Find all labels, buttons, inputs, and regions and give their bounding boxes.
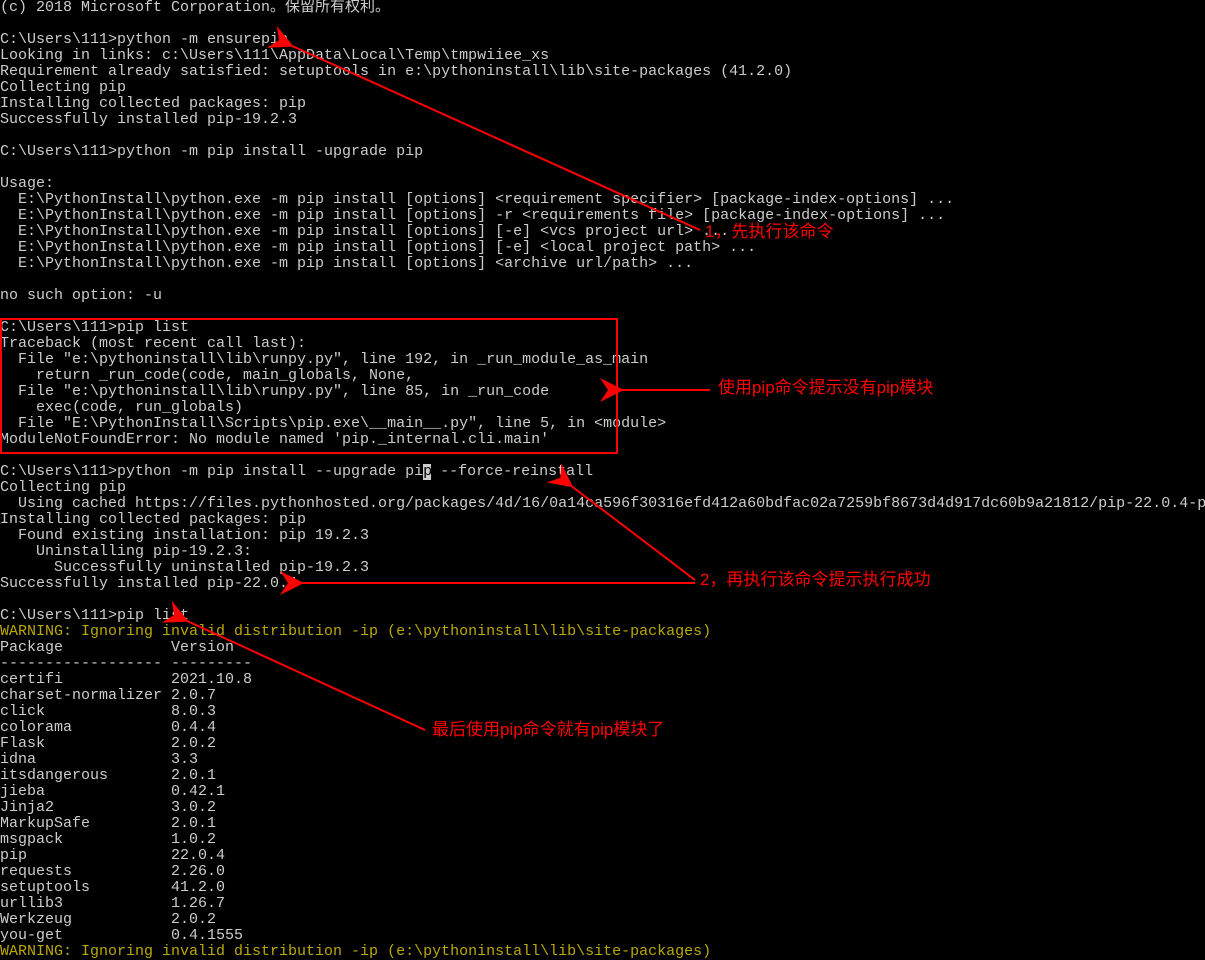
traceback-line: ModuleNotFoundError: No module named 'pi… — [0, 431, 549, 448]
warning-line: WARNING: Ignoring invalid distribution -… — [0, 623, 711, 640]
text-line: Installing collected packages: pip — [0, 95, 306, 112]
prompt-ensurepip: C:\Users\111>python -m ensurepip — [0, 31, 288, 48]
usage-line: Usage: — [0, 175, 54, 192]
usage-line: E:\PythonInstall\python.exe -m pip insta… — [0, 239, 756, 256]
text-line: Installing collected packages: pip — [0, 511, 306, 528]
text-line: Looking in links: c:\Users\111\AppData\L… — [0, 47, 549, 64]
text-line: Collecting pip — [0, 79, 126, 96]
text-line: Successfully installed pip-22.0.4 — [0, 575, 297, 592]
text-line: Using cached https://files.pythonhosted.… — [0, 495, 1205, 512]
prompt-force-reinstall: C:\Users\111>python -m pip install --upg… — [0, 463, 593, 480]
prompt-upgrade-bad: C:\Users\111>python -m pip install -upgr… — [0, 143, 423, 160]
text-line: Collecting pip — [0, 479, 126, 496]
annotation-text-3: 2，再执行该命令提示执行成功 — [700, 572, 930, 588]
package-sep: ------------------ --------- — [0, 655, 252, 672]
error-line: no such option: -u — [0, 287, 162, 304]
text-line: Found existing installation: pip 19.2.3 — [0, 527, 369, 544]
package-list: certifi 2021.10.8 charset-normalizer 2.0… — [0, 671, 252, 944]
traceback-line: File "E:\PythonInstall\Scripts\pip.exe\_… — [0, 415, 666, 432]
annotation-text-1: 1，先执行该命令 — [705, 224, 833, 240]
traceback-line: Traceback (most recent call last): — [0, 335, 306, 352]
usage-line: E:\PythonInstall\python.exe -m pip insta… — [0, 255, 693, 272]
traceback-line: exec(code, run_globals) — [0, 399, 243, 416]
text-line: Uninstalling pip-19.2.3: — [0, 543, 252, 560]
traceback-line: return _run_code(code, main_globals, Non… — [0, 367, 414, 384]
annotation-text-2: 使用pip命令提示没有pip模块 — [718, 380, 933, 396]
warning-line: WARNING: Ignoring invalid distribution -… — [0, 943, 711, 960]
package-header: Package Version — [0, 639, 234, 656]
prompt-piplist-fail: C:\Users\111>pip list — [0, 319, 189, 336]
traceback-line: File "e:\pythoninstall\lib\runpy.py", li… — [0, 351, 648, 368]
prompt-piplist-ok: C:\Users\111>pip list — [0, 607, 189, 624]
text-line: Successfully uninstalled pip-19.2.3 — [0, 559, 369, 576]
usage-line: E:\PythonInstall\python.exe -m pip insta… — [0, 191, 954, 208]
copyright-line: (c) 2018 Microsoft Corporation。保留所有权利。 — [0, 0, 390, 16]
terminal-output[interactable]: (c) 2018 Microsoft Corporation。保留所有权利。 C… — [0, 0, 1205, 960]
usage-line: E:\PythonInstall\python.exe -m pip insta… — [0, 223, 729, 240]
annotation-text-4: 最后使用pip命令就有pip模块了 — [432, 722, 664, 738]
traceback-line: File "e:\pythoninstall\lib\runpy.py", li… — [0, 383, 549, 400]
text-line: Successfully installed pip-19.2.3 — [0, 111, 297, 128]
text-line: Requirement already satisfied: setuptool… — [0, 63, 792, 80]
